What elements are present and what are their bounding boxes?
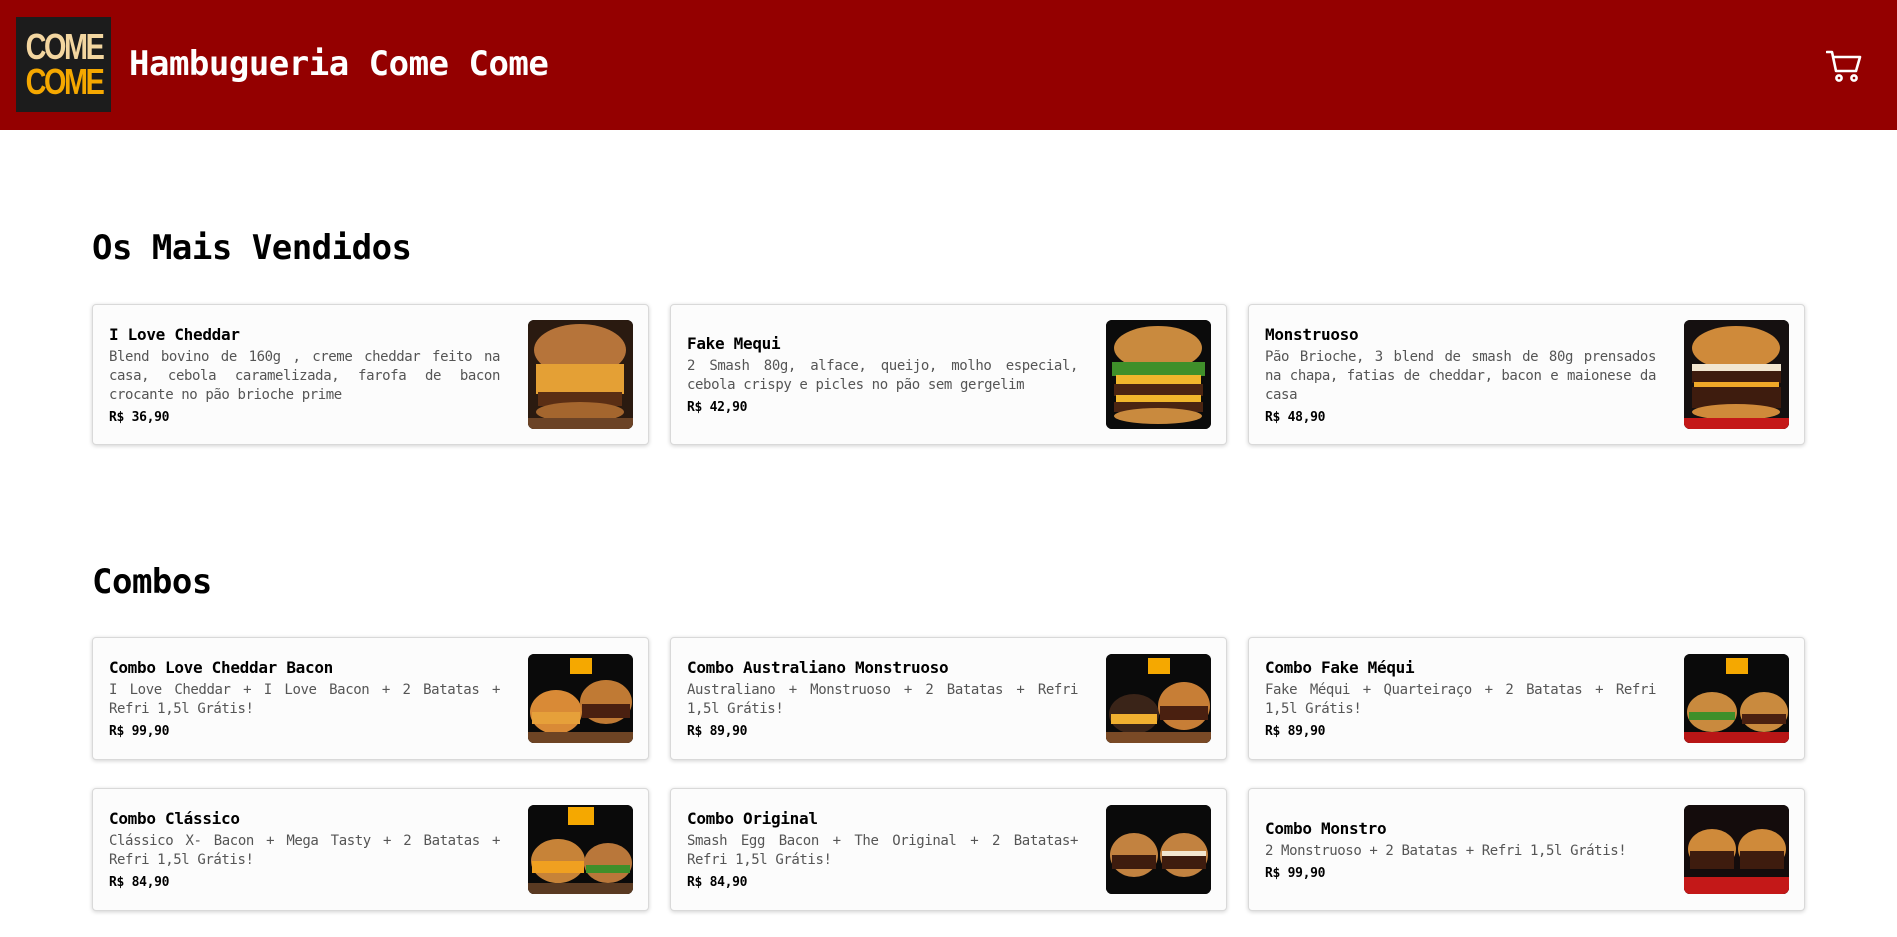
product-name: Combo Fake Méqui [1265, 658, 1415, 677]
app-title: Hambugueria Come Come [129, 44, 549, 84]
product-info: Combo Love Cheddar Bacon I Love Cheddar … [109, 638, 500, 759]
product-image [1684, 654, 1789, 743]
product-price: R$ 84,90 [109, 875, 170, 890]
product-card[interactable]: Fake Mequi 2 Smash 80g, alface, queijo, … [670, 304, 1227, 445]
combo-card[interactable]: Combo Fake Méqui Fake Méqui + Quarteiraç… [1248, 637, 1805, 760]
product-image [528, 654, 633, 743]
come-come-logo[interactable]: COME COME [16, 17, 111, 112]
product-image [1106, 805, 1211, 894]
product-price: R$ 89,90 [687, 724, 748, 739]
product-name: Monstruoso [1265, 324, 1359, 344]
product-description: 2 Monstruoso + 2 Batatas + Refri 1,5l Gr… [1265, 842, 1627, 859]
product-description: 2 Smash 80g, alface, queijo, molho espec… [687, 358, 1078, 393]
product-info: Combo Clássico Clássico X- Bacon + Mega … [109, 789, 500, 910]
product-image [1684, 805, 1789, 894]
product-price: R$ 36,90 [109, 409, 170, 425]
product-description: Clássico X- Bacon + Mega Tasty + 2 Batat… [109, 833, 500, 868]
combo-card[interactable]: Combo Monstro 2 Monstruoso + 2 Batatas +… [1248, 788, 1805, 911]
product-image [528, 320, 633, 429]
combo-card[interactable]: Combo Original Smash Egg Bacon + The Ori… [670, 788, 1227, 911]
product-price: R$ 99,90 [1265, 865, 1326, 881]
product-name: I Love Cheddar [109, 324, 240, 344]
combo-card[interactable]: Combo Love Cheddar Bacon I Love Cheddar … [92, 637, 649, 760]
product-name: Combo Love Cheddar Bacon [109, 658, 333, 677]
product-price: R$ 48,90 [1265, 409, 1326, 425]
product-name: Combo Australiano Monstruoso [687, 658, 949, 677]
logo-line-1: COME [25, 26, 104, 67]
product-price: R$ 89,90 [1265, 724, 1326, 739]
shopping-cart-icon[interactable] [1825, 49, 1862, 83]
product-description: Smash Egg Bacon + The Original + 2 Batat… [687, 833, 1078, 868]
combos-title: Combos [92, 562, 212, 602]
product-info: Monstruoso Pão Brioche, 3 blend de smash… [1265, 305, 1656, 444]
product-card[interactable]: I Love Cheddar Blend bovino de 160g , cr… [92, 304, 649, 445]
product-info: Combo Monstro 2 Monstruoso + 2 Batatas +… [1265, 789, 1656, 910]
product-info: I Love Cheddar Blend bovino de 160g , cr… [109, 305, 500, 444]
product-description: Blend bovino de 160g , creme cheddar fei… [109, 348, 500, 403]
product-name: Combo Monstro [1265, 818, 1387, 838]
logo-line-2: COME [25, 61, 104, 102]
product-name: Combo Original [687, 809, 818, 828]
product-description: Pão Brioche, 3 blend de smash de 80g pre… [1265, 348, 1656, 403]
best-sellers-title: Os Mais Vendidos [92, 228, 412, 268]
product-info: Combo Original Smash Egg Bacon + The Ori… [687, 789, 1078, 910]
product-name: Fake Mequi [687, 334, 781, 353]
product-info: Combo Australiano Monstruoso Australiano… [687, 638, 1078, 759]
product-description: Australiano + Monstruoso + 2 Batatas + R… [687, 682, 1078, 717]
product-image [1684, 320, 1789, 429]
product-description: I Love Cheddar + I Love Bacon + 2 Batata… [109, 682, 500, 717]
combo-card[interactable]: Combo Australiano Monstruoso Australiano… [670, 637, 1227, 760]
product-description: Fake Méqui + Quarteiraço + 2 Batatas + R… [1265, 682, 1656, 717]
product-price: R$ 99,90 [109, 724, 170, 739]
product-image [1106, 654, 1211, 743]
product-image [1106, 320, 1211, 429]
product-info: Fake Mequi 2 Smash 80g, alface, queijo, … [687, 305, 1078, 444]
product-image [528, 805, 633, 894]
app-header: COME COME Hambugueria Come Come [0, 0, 1897, 130]
product-info: Combo Fake Méqui Fake Méqui + Quarteiraç… [1265, 638, 1656, 759]
combo-card[interactable]: Combo Clássico Clássico X- Bacon + Mega … [92, 788, 649, 911]
product-price: R$ 42,90 [687, 400, 748, 415]
product-price: R$ 84,90 [687, 875, 748, 890]
product-card[interactable]: Monstruoso Pão Brioche, 3 blend de smash… [1248, 304, 1805, 445]
product-name: Combo Clássico [109, 809, 240, 828]
